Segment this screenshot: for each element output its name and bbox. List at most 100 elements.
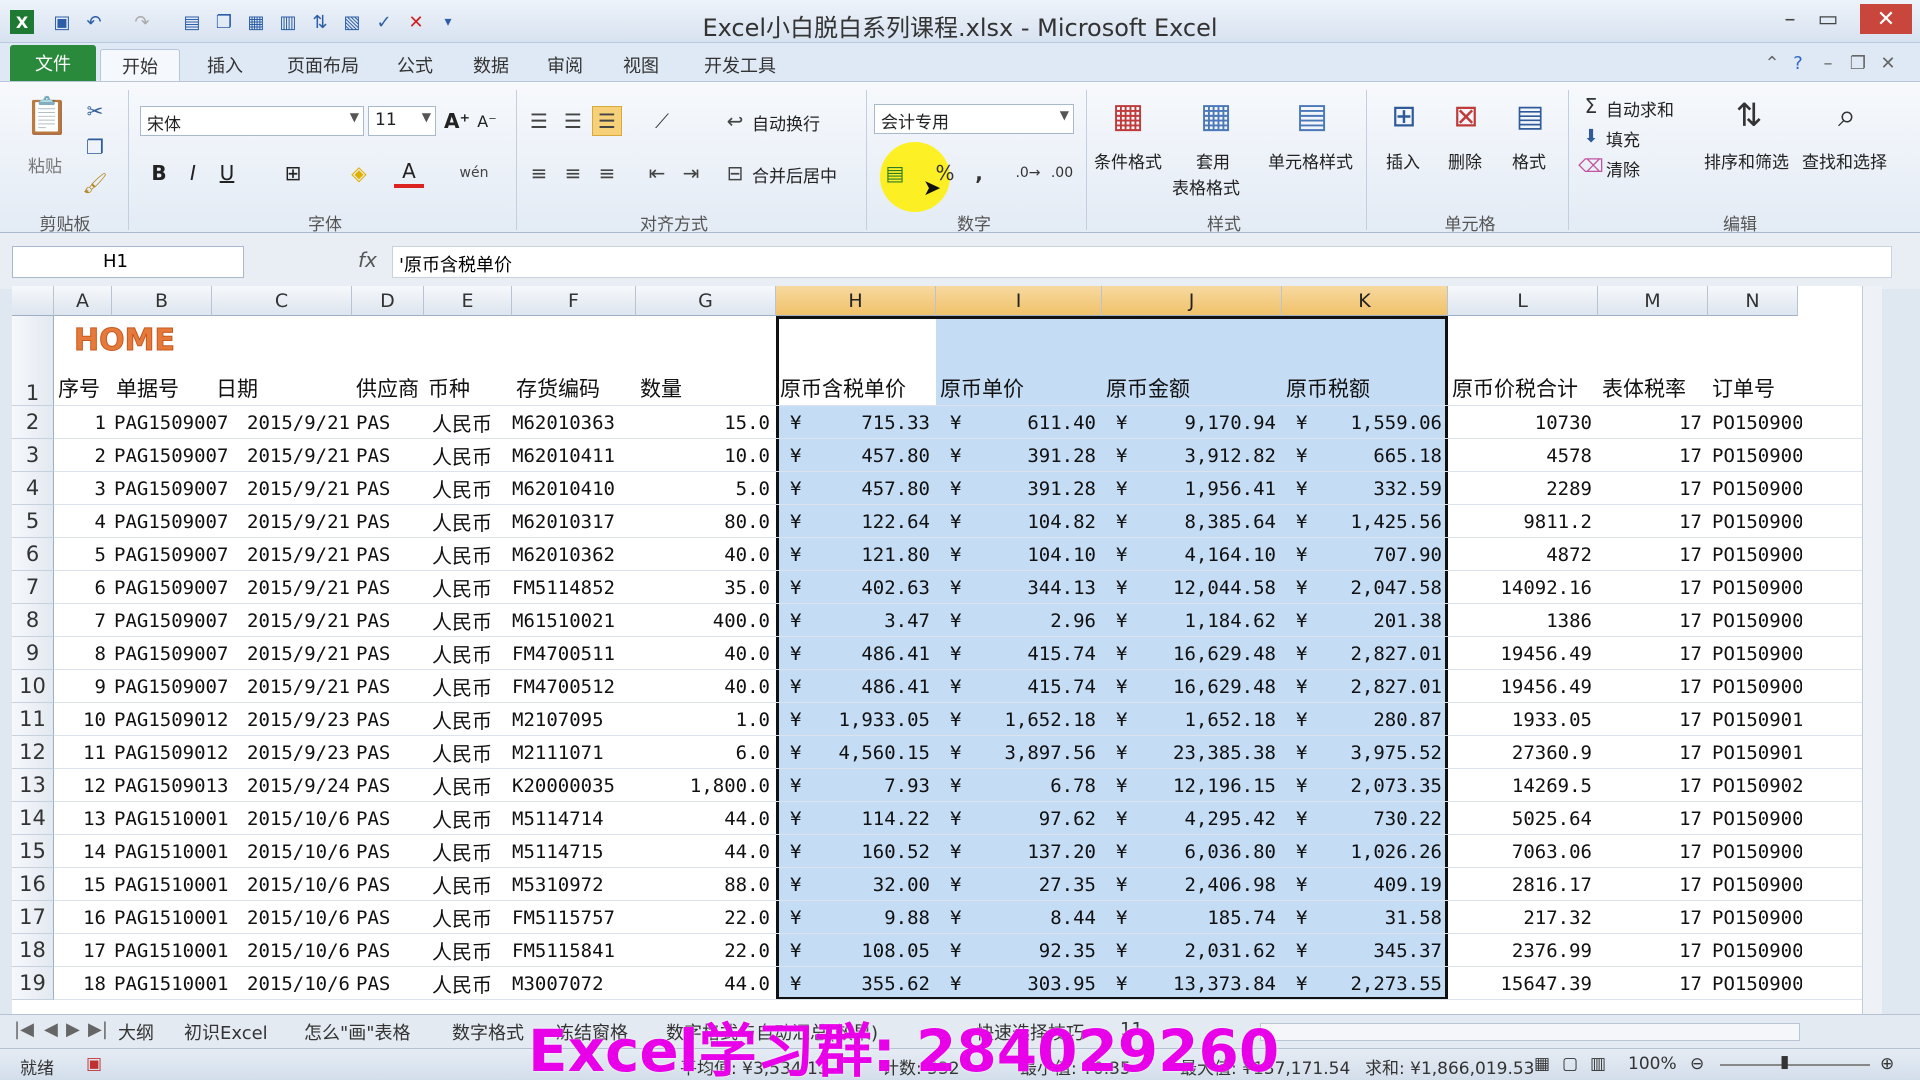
table-cell[interactable]: 15 bbox=[54, 868, 106, 901]
table-cell[interactable]: 15647.39 bbox=[1448, 967, 1592, 1000]
fill-color-icon[interactable]: ◈ bbox=[344, 158, 374, 188]
column-header-J[interactable]: J bbox=[1102, 286, 1282, 316]
table-cell[interactable]: 14269.5 bbox=[1448, 769, 1592, 802]
restore-icon[interactable]: ▭ bbox=[1808, 4, 1848, 34]
table-cell[interactable]: PO1509005 bbox=[1712, 901, 1802, 934]
table-cell[interactable]: 人民币 bbox=[432, 505, 514, 538]
table-cell[interactable]: 10 bbox=[54, 703, 106, 736]
italic-button[interactable]: I bbox=[180, 158, 206, 188]
table-cell[interactable]: PAS bbox=[356, 703, 422, 736]
table-cell[interactable]: 2015/9/21 bbox=[220, 637, 350, 670]
accounting-format-icon[interactable]: ▤ bbox=[880, 158, 910, 188]
table-cell[interactable]: 217.32 bbox=[1448, 901, 1592, 934]
number-format-combo[interactable]: 会计专用 ▼ bbox=[874, 104, 1074, 134]
insert-function-icon[interactable]: fx bbox=[358, 248, 377, 272]
table-cell[interactable]: PAS bbox=[356, 802, 422, 835]
table-cell[interactable]: 2015/9/21 bbox=[220, 604, 350, 637]
ribbon-minimize-icon[interactable]: ⌃ bbox=[1760, 51, 1784, 75]
table-cell[interactable]: 1386 bbox=[1448, 604, 1592, 637]
table-cell[interactable]: 人民币 bbox=[432, 439, 514, 472]
table-cell[interactable]: 人民币 bbox=[432, 934, 514, 967]
table-cell[interactable]: PAS bbox=[356, 538, 422, 571]
percent-button[interactable]: % bbox=[930, 158, 960, 188]
conditional-format-button[interactable]: 条件格式 bbox=[1094, 148, 1162, 173]
grow-font-icon[interactable]: A⁺ bbox=[444, 106, 470, 136]
table-cell[interactable]: 2015/10/6 bbox=[220, 868, 350, 901]
tab-review[interactable]: 审阅 bbox=[530, 49, 600, 81]
align-center-icon[interactable]: ≡ bbox=[558, 158, 588, 188]
table-cell[interactable]: 14092.16 bbox=[1448, 571, 1592, 604]
table-cell[interactable]: PAS bbox=[356, 406, 422, 439]
table-cell[interactable]: 人民币 bbox=[432, 538, 514, 571]
autosum-icon[interactable]: Σ bbox=[1580, 94, 1602, 118]
font-color-icon[interactable]: A bbox=[394, 158, 424, 188]
column-title[interactable]: 表体税率 bbox=[1602, 372, 1712, 404]
table-cell[interactable]: PAS bbox=[356, 736, 422, 769]
doc-minimize-icon[interactable]: – bbox=[1816, 51, 1840, 75]
table-cell[interactable]: 4 bbox=[54, 505, 106, 538]
table-cell[interactable]: 7 bbox=[54, 604, 106, 637]
cut-icon[interactable]: ✂ bbox=[82, 98, 108, 124]
row-header[interactable]: 14 bbox=[12, 802, 54, 835]
column-header-K[interactable]: K bbox=[1282, 286, 1448, 316]
table-cell[interactable]: PAS bbox=[356, 934, 422, 967]
tab-formulas[interactable]: 公式 bbox=[380, 49, 450, 81]
paste-button[interactable]: 粘贴 bbox=[28, 152, 62, 177]
table-cell[interactable]: 1.0 bbox=[636, 703, 770, 736]
table-cell[interactable]: 5.0 bbox=[636, 472, 770, 505]
delete-cells-icon[interactable]: ⊠ bbox=[1442, 92, 1490, 140]
autosum-button[interactable]: 自动求和 bbox=[1606, 96, 1674, 121]
format-cells-button[interactable]: 格式 bbox=[1512, 148, 1546, 173]
table-cell[interactable]: 9811.2 bbox=[1448, 505, 1592, 538]
table-cell[interactable]: PAS bbox=[356, 967, 422, 1000]
table-cell[interactable]: 人民币 bbox=[432, 736, 514, 769]
table-cell[interactable]: 12 bbox=[54, 769, 106, 802]
paste-clipboard-icon[interactable]: 📋 bbox=[22, 88, 72, 144]
sheet-nav-prev-icon[interactable]: ◀ bbox=[44, 1019, 58, 1045]
page-layout-view-icon[interactable]: ▢ bbox=[1562, 1054, 1578, 1074]
align-middle-icon[interactable]: ☰ bbox=[558, 106, 588, 136]
tab-page-layout[interactable]: 页面布局 bbox=[268, 49, 378, 81]
table-cell[interactable]: 人民币 bbox=[432, 571, 514, 604]
sheet-nav-first-icon[interactable]: |◀ bbox=[14, 1019, 34, 1045]
table-cell[interactable]: 80.0 bbox=[636, 505, 770, 538]
table-cell[interactable]: 7063.06 bbox=[1448, 835, 1592, 868]
table-cell[interactable]: PAS bbox=[356, 868, 422, 901]
comma-button[interactable]: , bbox=[966, 158, 992, 188]
formula-input[interactable]: '原币含税单价 bbox=[392, 246, 1892, 278]
table-cell[interactable]: 2015/9/21 bbox=[220, 571, 350, 604]
doc-close-icon[interactable]: ✕ bbox=[1876, 51, 1900, 75]
find-select-button[interactable]: 查找和选择 bbox=[1802, 148, 1887, 173]
shrink-font-icon[interactable]: A⁻ bbox=[474, 106, 500, 136]
table-cell[interactable]: 17 bbox=[1598, 802, 1702, 835]
table-cell[interactable]: 17 bbox=[1598, 967, 1702, 1000]
table-cell[interactable]: 人民币 bbox=[432, 472, 514, 505]
table-cell[interactable]: M5310972 bbox=[512, 868, 630, 901]
row-header[interactable]: 1 bbox=[12, 316, 54, 406]
conditional-format-icon[interactable]: ▦ bbox=[1104, 92, 1152, 140]
table-cell[interactable]: 44.0 bbox=[636, 802, 770, 835]
table-cell[interactable]: M3007072 bbox=[512, 967, 630, 1000]
table-cell[interactable]: 22.0 bbox=[636, 934, 770, 967]
zoom-out-icon[interactable]: ⊖ bbox=[1690, 1054, 1704, 1074]
table-cell[interactable]: M62010363 bbox=[512, 406, 630, 439]
help-icon[interactable]: ? bbox=[1786, 51, 1810, 75]
table-cell[interactable]: 14 bbox=[54, 835, 106, 868]
table-cell[interactable]: PO1509009 bbox=[1712, 505, 1802, 538]
table-cell[interactable]: 8 bbox=[54, 637, 106, 670]
wrap-text-button[interactable]: 自动换行 bbox=[752, 110, 820, 135]
table-cell[interactable]: 18 bbox=[54, 967, 106, 1000]
table-cell[interactable]: 1,800.0 bbox=[636, 769, 770, 802]
format-painter-icon[interactable]: 🖌 bbox=[82, 170, 108, 196]
table-cell[interactable]: PAS bbox=[356, 769, 422, 802]
zoom-slider-thumb-icon[interactable]: ▮ bbox=[1780, 1052, 1789, 1072]
tab-file[interactable]: 文件 bbox=[10, 45, 96, 81]
table-cell[interactable]: 17 bbox=[1598, 439, 1702, 472]
row-header[interactable]: 17 bbox=[12, 901, 54, 934]
table-cell[interactable]: 17 bbox=[1598, 868, 1702, 901]
table-cell[interactable]: 17 bbox=[1598, 406, 1702, 439]
row-header[interactable]: 18 bbox=[12, 934, 54, 967]
table-cell[interactable]: PAS bbox=[356, 670, 422, 703]
table-cell[interactable]: 人民币 bbox=[432, 637, 514, 670]
row-header[interactable]: 10 bbox=[12, 670, 54, 703]
